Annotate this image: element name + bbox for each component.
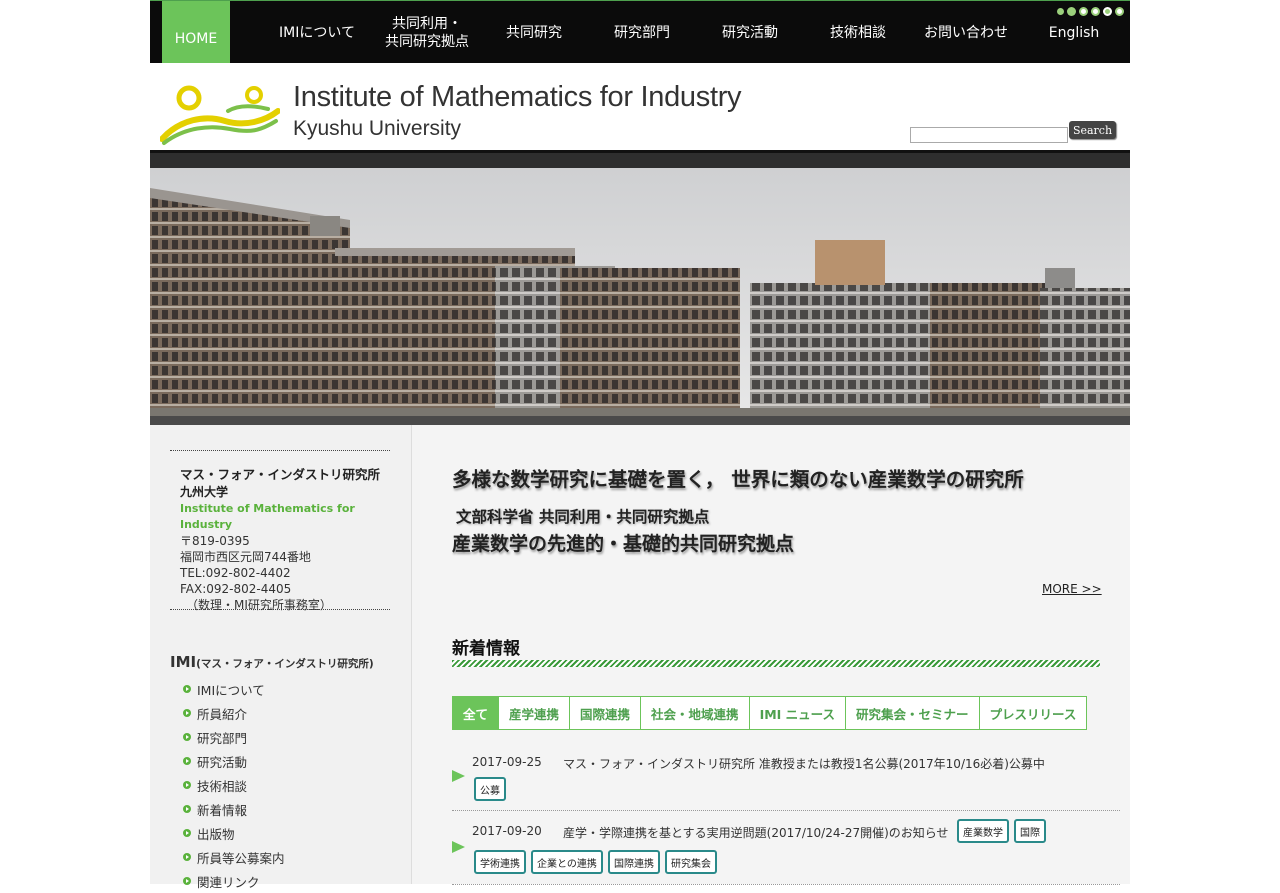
sidebar-item-label: 所員等公募案内 xyxy=(197,850,285,866)
tab-international[interactable]: 国際連携 xyxy=(569,696,642,730)
address-name: マス・フォア・インダストリ研究所 xyxy=(180,467,381,482)
nav-consultation[interactable]: 技術相談 xyxy=(808,1,908,64)
tab-all[interactable]: 全て xyxy=(452,696,500,730)
arrow-bullet-icon xyxy=(183,829,191,837)
arrow-bullet-icon xyxy=(183,781,191,789)
site-title[interactable]: Institute of Mathematics for Industry xyxy=(293,81,742,114)
font-size-dots xyxy=(1057,7,1124,16)
site-header: Institute of Mathematics for Industry Ky… xyxy=(150,63,1130,150)
news-tag[interactable]: 研究集会 xyxy=(665,850,717,874)
address-university: 九州大学 xyxy=(180,485,229,499)
sidebar-item-label: 新着情報 xyxy=(197,802,248,818)
dot-icon[interactable] xyxy=(1067,7,1076,16)
news-title[interactable]: 産学・学際連携を基とする実用逆問題(2017/10/24-27開催)のお知らせ xyxy=(563,824,949,841)
sidebar: マス・フォア・インダストリ研究所 九州大学 Institute of Mathe… xyxy=(150,425,412,890)
sidebar-item-recruitment[interactable]: 所員等公募案内 xyxy=(183,845,285,869)
more-link[interactable]: MORE >> xyxy=(1042,582,1102,596)
news-tag[interactable]: 国際連携 xyxy=(608,850,660,874)
arrow-bullet-icon xyxy=(183,805,191,813)
news-date: 2017-09-20 xyxy=(472,824,542,838)
arrow-bullet-icon xyxy=(183,733,191,741)
sidebar-section-title-small: (マス・フォア・インダストリ研究所) xyxy=(196,658,374,670)
nav-activities[interactable]: 研究活動 xyxy=(700,1,800,64)
address-fax: FAX:092-802-4405 xyxy=(180,582,292,596)
sidebar-item-label: 研究活動 xyxy=(197,754,248,770)
arrow-bullet-icon xyxy=(183,685,191,693)
news-item[interactable]: 2017-09-25 マス・フォア・インダストリ研究所 准教授または教授1名公募… xyxy=(452,747,1120,811)
catchphrase-main: 多様な数学研究に基礎を置く， 世界に類のない産業数学の研究所 xyxy=(452,468,1024,491)
news-heading-stripe xyxy=(452,660,1100,667)
news-tag[interactable]: 公募 xyxy=(474,777,506,801)
news-date: 2017-09-25 xyxy=(472,755,542,769)
sidebar-item-label: 所員紹介 xyxy=(197,706,248,722)
hero-building-image xyxy=(150,168,1130,425)
arrow-bullet-icon xyxy=(183,709,191,717)
address-street: 福岡市西区元岡744番地 xyxy=(180,550,311,564)
sidebar-item-label: 技術相談 xyxy=(197,778,248,794)
sidebar-menu: IMIについて 所員紹介 研究部門 研究活動 技術相談 新着情報 出版物 所員等… xyxy=(183,677,285,893)
sidebar-item-label: 関連リンク xyxy=(197,874,260,890)
main-content: 多様な数学研究に基礎を置く， 世界に類のない産業数学の研究所 文部科学省 共同利… xyxy=(412,425,1130,885)
search-input[interactable] xyxy=(910,127,1068,143)
arrow-bullet-icon xyxy=(183,853,191,861)
news-title[interactable]: マス・フォア・インダストリ研究所 准教授または教授1名公募(2017年10/16… xyxy=(563,755,1045,772)
news-tag[interactable]: 企業との連携 xyxy=(531,850,603,874)
sidebar-item-links[interactable]: 関連リンク xyxy=(183,869,285,893)
sidebar-item-publications[interactable]: 出版物 xyxy=(183,821,285,845)
dot-icon[interactable] xyxy=(1115,7,1124,16)
sidebar-section-title: IMI(マス・フォア・インダストリ研究所) xyxy=(170,653,374,671)
sidebar-item-about[interactable]: IMIについて xyxy=(183,677,285,701)
tab-seminar[interactable]: 研究集会・セミナー xyxy=(845,696,980,730)
sidebar-item-staff[interactable]: 所員紹介 xyxy=(183,701,285,725)
nav-about[interactable]: IMIについて xyxy=(263,1,371,64)
site-subtitle[interactable]: Kyushu University xyxy=(293,117,461,141)
tab-industry[interactable]: 産学連携 xyxy=(498,696,571,730)
news-tag[interactable]: 産業数学 xyxy=(957,819,1009,843)
sidebar-item-label: 研究部門 xyxy=(197,730,248,746)
search-button[interactable]: Search xyxy=(1069,121,1116,139)
dot-icon[interactable] xyxy=(1079,7,1088,16)
arrow-bullet-icon xyxy=(183,757,191,765)
nav-contact[interactable]: お問い合わせ xyxy=(912,1,1020,64)
sidebar-item-divisions[interactable]: 研究部門 xyxy=(183,725,285,749)
news-tag[interactable]: 学術連携 xyxy=(474,850,526,874)
nav-joint-research[interactable]: 共同研究 xyxy=(484,1,584,64)
tab-imi-news[interactable]: IMI ニュース xyxy=(748,696,847,730)
sidebar-item-label: 出版物 xyxy=(197,826,235,842)
news-tag[interactable]: 国際 xyxy=(1014,819,1046,843)
header-divider xyxy=(150,150,1130,168)
catchphrase-sub: 文部科学省 共同利用・共同研究拠点 xyxy=(456,507,710,526)
nav-divisions[interactable]: 研究部門 xyxy=(592,1,692,64)
address-postal: 〒819-0395 xyxy=(180,534,250,548)
news-heading: 新着情報 xyxy=(452,639,520,659)
news-tabs: 全て 産学連携 国際連携 社会・地域連携 IMI ニュース 研究集会・セミナー … xyxy=(452,696,1088,730)
address-name-en: Institute of Mathematics for Industry xyxy=(180,502,355,531)
news-item[interactable]: 2017-09-20 産学・学際連携を基とする実用逆問題(2017/10/24-… xyxy=(452,810,1120,885)
imi-logo-icon[interactable] xyxy=(160,81,280,147)
sidebar-item-activities[interactable]: 研究活動 xyxy=(183,749,285,773)
play-arrow-icon xyxy=(452,770,465,782)
tab-press[interactable]: プレスリリース xyxy=(978,696,1088,730)
dot-icon[interactable] xyxy=(1057,8,1064,15)
address-tel: TEL:092-802-4402 xyxy=(180,566,291,580)
catchphrase-third: 産業数学の先進的・基礎的共同研究拠点 xyxy=(452,533,795,555)
sidebar-item-consultation[interactable]: 技術相談 xyxy=(183,773,285,797)
dot-icon[interactable] xyxy=(1103,7,1112,16)
sidebar-item-label: IMIについて xyxy=(197,682,265,698)
dot-icon[interactable] xyxy=(1091,7,1100,16)
address-note: （数理・MI研究所事務室） xyxy=(186,598,332,612)
address-block: マス・フォア・インダストリ研究所 九州大学 Institute of Mathe… xyxy=(170,450,390,612)
main-nav: HOME IMIについて 共同利用・ 共同研究拠点 共同研究 研究部門 研究活動… xyxy=(150,0,1130,76)
sidebar-item-news[interactable]: 新着情報 xyxy=(183,797,285,821)
nav-joint-usage[interactable]: 共同利用・ 共同研究拠点 xyxy=(372,1,482,64)
tab-society[interactable]: 社会・地域連携 xyxy=(640,696,750,730)
page-wrapper: HOME IMIについて 共同利用・ 共同研究拠点 共同研究 研究部門 研究活動… xyxy=(150,0,1130,890)
sidebar-section-title-main: IMI xyxy=(170,653,197,671)
play-arrow-icon xyxy=(452,841,465,853)
